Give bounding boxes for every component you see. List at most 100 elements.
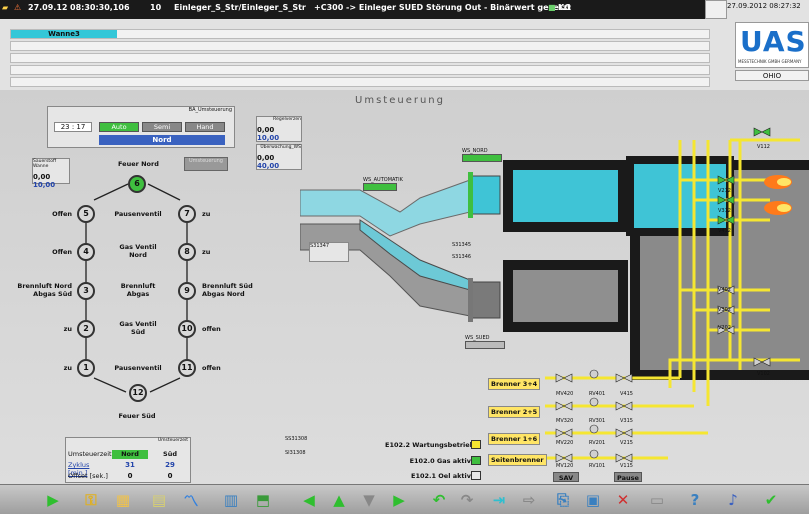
offset-south-value[interactable]: 0 [152, 472, 188, 481]
key-icon[interactable]: ⚿ [80, 489, 102, 511]
burner-25-label[interactable]: Brenner 2+5 [488, 406, 541, 418]
s31347-label: S31347 [310, 243, 330, 249]
valve-rv201[interactable]: RV201 [589, 440, 605, 446]
save-icon[interactable]: ▣ [582, 489, 604, 511]
active-alarm-line[interactable]: ▰ ⚠ 27.09.12 08:30:30,106 10 Einleger_S_… [0, 0, 705, 19]
delete-icon[interactable]: ✕ [612, 489, 634, 511]
mode-hand-button[interactable]: Hand [185, 122, 225, 132]
step-7-node[interactable]: 7 [178, 205, 196, 223]
export-icon[interactable]: ⬒ [252, 489, 274, 511]
valve-v112[interactable]: V112 [757, 144, 770, 150]
legend-gas: E102.0 Gas aktiv [409, 457, 471, 465]
step-12-node[interactable]: 12 [129, 384, 147, 402]
legend-maintenance-box [471, 440, 481, 449]
offset-north-value[interactable]: 0 [112, 472, 148, 481]
valve-v212[interactable]: V212 [718, 188, 731, 194]
ws-auto-indicator[interactable] [363, 183, 397, 191]
valve-mv120[interactable]: MV120 [556, 463, 573, 469]
valve-v215[interactable]: V215 [620, 440, 633, 446]
arrow-up-icon[interactable]: ▲ [328, 489, 350, 511]
umsteuer-indicator[interactable]: Umsteuerung [184, 157, 228, 171]
pause-button[interactable]: Pause [614, 472, 642, 482]
sound-icon[interactable]: ♪ [722, 489, 744, 511]
warning-icon: ⚠ [14, 3, 22, 12]
monitoring-setpoint: 40,00 [257, 162, 280, 170]
valve-v315[interactable]: V315 [620, 418, 633, 424]
valve-v415[interactable]: V415 [620, 391, 633, 397]
company-logo: UAS MESSTECHNIK GMBH GERMANY [735, 22, 809, 68]
mode-panel-header: BA_Umsteuerung [188, 107, 232, 113]
valve-rv301[interactable]: RV301 [589, 418, 605, 424]
alarm-row[interactable] [10, 53, 710, 63]
step-8-label: zu [202, 248, 211, 256]
valve-mv320[interactable]: MV320 [556, 418, 573, 424]
step-4-node[interactable]: 4 [77, 243, 95, 261]
step-3-label: Brennluft Nord Abgas Süd [17, 282, 72, 298]
valve-v302[interactable]: V302 [718, 307, 731, 313]
forward-icon[interactable]: ⇨ [518, 489, 540, 511]
valve-v202[interactable]: V202 [718, 325, 731, 331]
step-9-node[interactable]: 9 [178, 282, 196, 300]
kg-square-icon: ■ [548, 3, 556, 12]
alarm-row[interactable] [10, 41, 710, 51]
calendar-icon[interactable] [705, 0, 727, 19]
play-icon[interactable]: ▶ [42, 489, 64, 511]
step-1-label: zu [63, 364, 72, 372]
step-1-node[interactable]: 1 [77, 359, 95, 377]
redo-icon[interactable]: ↷ [456, 489, 478, 511]
arrow-down-icon[interactable]: ▼ [358, 489, 380, 511]
ack-icon[interactable]: ✔ [760, 489, 782, 511]
legend-oil-box [471, 471, 481, 480]
step-5-node[interactable]: 5 [77, 205, 95, 223]
sav-button[interactable]: SAV [553, 472, 579, 482]
valve-mv420[interactable]: MV420 [556, 391, 573, 397]
copy-icon[interactable]: ⎘ [552, 489, 574, 511]
trend-icon[interactable]: 〽 [180, 489, 202, 511]
alarm-row[interactable] [10, 77, 710, 87]
s31347-panel[interactable]: S31347 [309, 242, 349, 262]
valve-v402[interactable]: V402 [718, 287, 731, 293]
arrow-right-icon[interactable]: ▶ [388, 489, 410, 511]
ws-north-indicator[interactable] [462, 154, 502, 162]
step-6-node[interactable]: 6 [128, 175, 146, 193]
step-10-label: offen [202, 325, 221, 333]
help-icon[interactable]: ? [684, 489, 706, 511]
burner-34-label[interactable]: Brenner 3+4 [488, 378, 541, 390]
step-3-node[interactable]: 3 [77, 282, 95, 300]
report-icon[interactable]: ▥ [220, 489, 242, 511]
print-icon[interactable]: ▭ [646, 489, 668, 511]
import-icon[interactable]: ⇥ [488, 489, 510, 511]
ws-south-indicator[interactable] [465, 341, 505, 349]
mode-semi-button[interactable]: Semi [142, 122, 182, 132]
step-10-node[interactable]: 10 [178, 320, 196, 338]
cycle-row-label[interactable]: Zyklus [min.] [68, 461, 110, 477]
valve-v102[interactable]: V102 [757, 371, 770, 377]
side-burner-label[interactable]: Seitenbrenner [488, 454, 547, 466]
chart-icon[interactable]: ▤ [148, 489, 170, 511]
valve-rv401[interactable]: RV401 [589, 391, 605, 397]
regulation-panel[interactable]: Regelverzen 0,00 10,00 [256, 116, 302, 142]
alarm-row[interactable] [10, 65, 710, 75]
monitoring-panel[interactable]: Überwachung_WS 0,00 40,00 [256, 144, 302, 170]
step-11-node[interactable]: 11 [178, 359, 196, 377]
valve-v312[interactable]: V312 [718, 208, 731, 214]
valve-rv101[interactable]: RV101 [589, 463, 605, 469]
cycle-north-value[interactable]: 31 [112, 461, 148, 470]
valve-v115[interactable]: V115 [620, 463, 633, 469]
cycle-south-value[interactable]: 29 [152, 461, 188, 470]
mode-auto-button[interactable]: Auto [99, 122, 139, 132]
folder-icon[interactable]: ▦ [112, 489, 134, 511]
direction-status: Nord [99, 135, 225, 145]
valve-v412[interactable]: V412 [718, 228, 731, 234]
step-2-node[interactable]: 2 [77, 320, 95, 338]
arrow-left-icon[interactable]: ◀ [298, 489, 320, 511]
alarm-row[interactable]: Wanne3 [10, 29, 710, 39]
undo-icon[interactable]: ↶ [428, 489, 450, 511]
gas-valve-south-label: Gas Ventil Süd [119, 320, 157, 336]
step-8-node[interactable]: 8 [178, 243, 196, 261]
burner-16-label[interactable]: Brenner 1+6 [488, 433, 541, 445]
furnace-schematic [300, 127, 809, 463]
ss31308-label: SS31308 [285, 436, 308, 442]
step-4-label: Offen [52, 248, 72, 256]
valve-mv220[interactable]: MV220 [556, 440, 573, 446]
